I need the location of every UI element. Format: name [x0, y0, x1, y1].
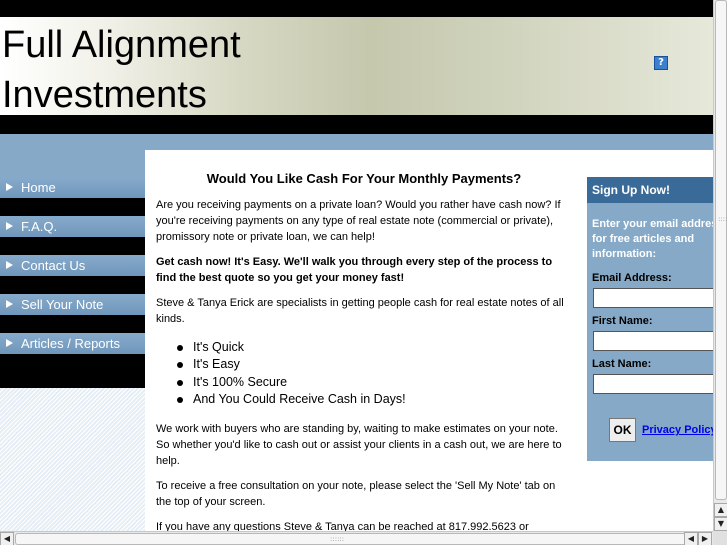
vertical-scrollbar[interactable]: :::::: ▲ ▼	[713, 0, 727, 531]
signup-box: Sign Up Now! Enter your email address fo…	[587, 177, 713, 461]
nav-item-home[interactable]: Home	[0, 177, 145, 198]
scroll-right-button[interactable]: ▶	[698, 532, 712, 545]
list-item: It's Quick	[156, 339, 572, 356]
consultation-paragraph: To receive a free consultation on your n…	[156, 480, 556, 509]
arrow-right-icon	[6, 222, 13, 230]
cash-now-paragraph: Get cash now! It's Easy. We'll walk you …	[156, 256, 553, 284]
nav-separator	[0, 276, 145, 294]
top-black-bar	[0, 0, 713, 17]
site-header: Full Alignment Investments ?	[0, 17, 713, 116]
email-label: Email Address:	[592, 272, 672, 284]
email-field[interactable]	[593, 288, 713, 308]
blue-band	[0, 134, 713, 150]
first-name-label: First Name:	[592, 315, 653, 327]
arrow-right-icon	[6, 300, 13, 308]
buyers-paragraph: We work with buyers who are standing by,…	[156, 423, 562, 468]
nav-item-label: Home	[21, 180, 56, 195]
signup-intro: Enter your email address for free articl…	[592, 218, 713, 260]
scroll-left-button-right[interactable]: ◀	[684, 532, 698, 545]
nav-item-contact-us[interactable]: Contact Us	[0, 255, 145, 276]
help-icon[interactable]: ?	[654, 56, 668, 70]
nav-item-faq[interactable]: F.A.Q.	[0, 216, 145, 237]
nav-separator	[0, 237, 145, 255]
last-name-label: Last Name:	[592, 358, 652, 370]
list-item: It's Easy	[156, 356, 572, 373]
site-title: Full Alignment Investments	[2, 24, 241, 116]
nav-spacer	[0, 150, 145, 177]
arrow-right-icon	[6, 183, 13, 191]
nav-item-articles-reports[interactable]: Articles / Reports	[0, 333, 145, 354]
horizontal-scroll-thumb[interactable]: ::::::	[15, 533, 687, 545]
arrow-right-icon	[6, 339, 13, 347]
nav-item-label: Articles / Reports	[21, 336, 120, 351]
nav-item-label: Contact Us	[21, 258, 86, 273]
nav-bottom-bar	[0, 354, 145, 388]
main-content: Would You Like Cash For Your Monthly Pay…	[156, 150, 572, 544]
nav-separator	[0, 198, 145, 216]
list-item: And You Could Receive Cash in Days!	[156, 391, 572, 408]
benefits-list: It's Quick It's Easy It's 100% Secure An…	[156, 339, 572, 408]
nav-item-label: Sell Your Note	[21, 297, 104, 312]
scroll-grip-icon: ::::::	[330, 535, 345, 543]
page-heading: Would You Like Cash For Your Monthly Pay…	[206, 171, 522, 186]
arrow-right-icon	[6, 261, 13, 269]
list-item: It's 100% Secure	[156, 374, 572, 391]
nav-separator	[0, 315, 145, 333]
vertical-scroll-thumb[interactable]: ::::::	[715, 0, 727, 500]
ok-button[interactable]: OK	[609, 418, 636, 442]
sidebar-nav: Home F.A.Q. Contact Us Sell Your Note Ar…	[0, 150, 145, 531]
intro-paragraph: Are you receiving payments on a private …	[156, 199, 561, 243]
last-name-field[interactable]	[593, 374, 713, 394]
scroll-down-button[interactable]: ▼	[714, 517, 727, 531]
signup-title: Sign Up Now!	[587, 177, 713, 203]
nav-item-sell-your-note[interactable]: Sell Your Note	[0, 294, 145, 315]
nav-item-label: F.A.Q.	[21, 219, 58, 234]
specialists-paragraph: Steve & Tanya Erick are specialists in g…	[156, 297, 564, 325]
first-name-field[interactable]	[593, 331, 713, 351]
scrollbar-corner	[713, 531, 727, 545]
privacy-policy-link[interactable]: Privacy Policy	[642, 422, 713, 438]
horizontal-scrollbar[interactable]: ◀ :::::: ◀ ▶	[0, 531, 713, 545]
scroll-grip-icon: ::::::	[718, 215, 727, 223]
scroll-up-button[interactable]: ▲	[714, 503, 727, 517]
scroll-left-button[interactable]: ◀	[0, 532, 14, 545]
header-bottom-bar	[0, 115, 713, 134]
